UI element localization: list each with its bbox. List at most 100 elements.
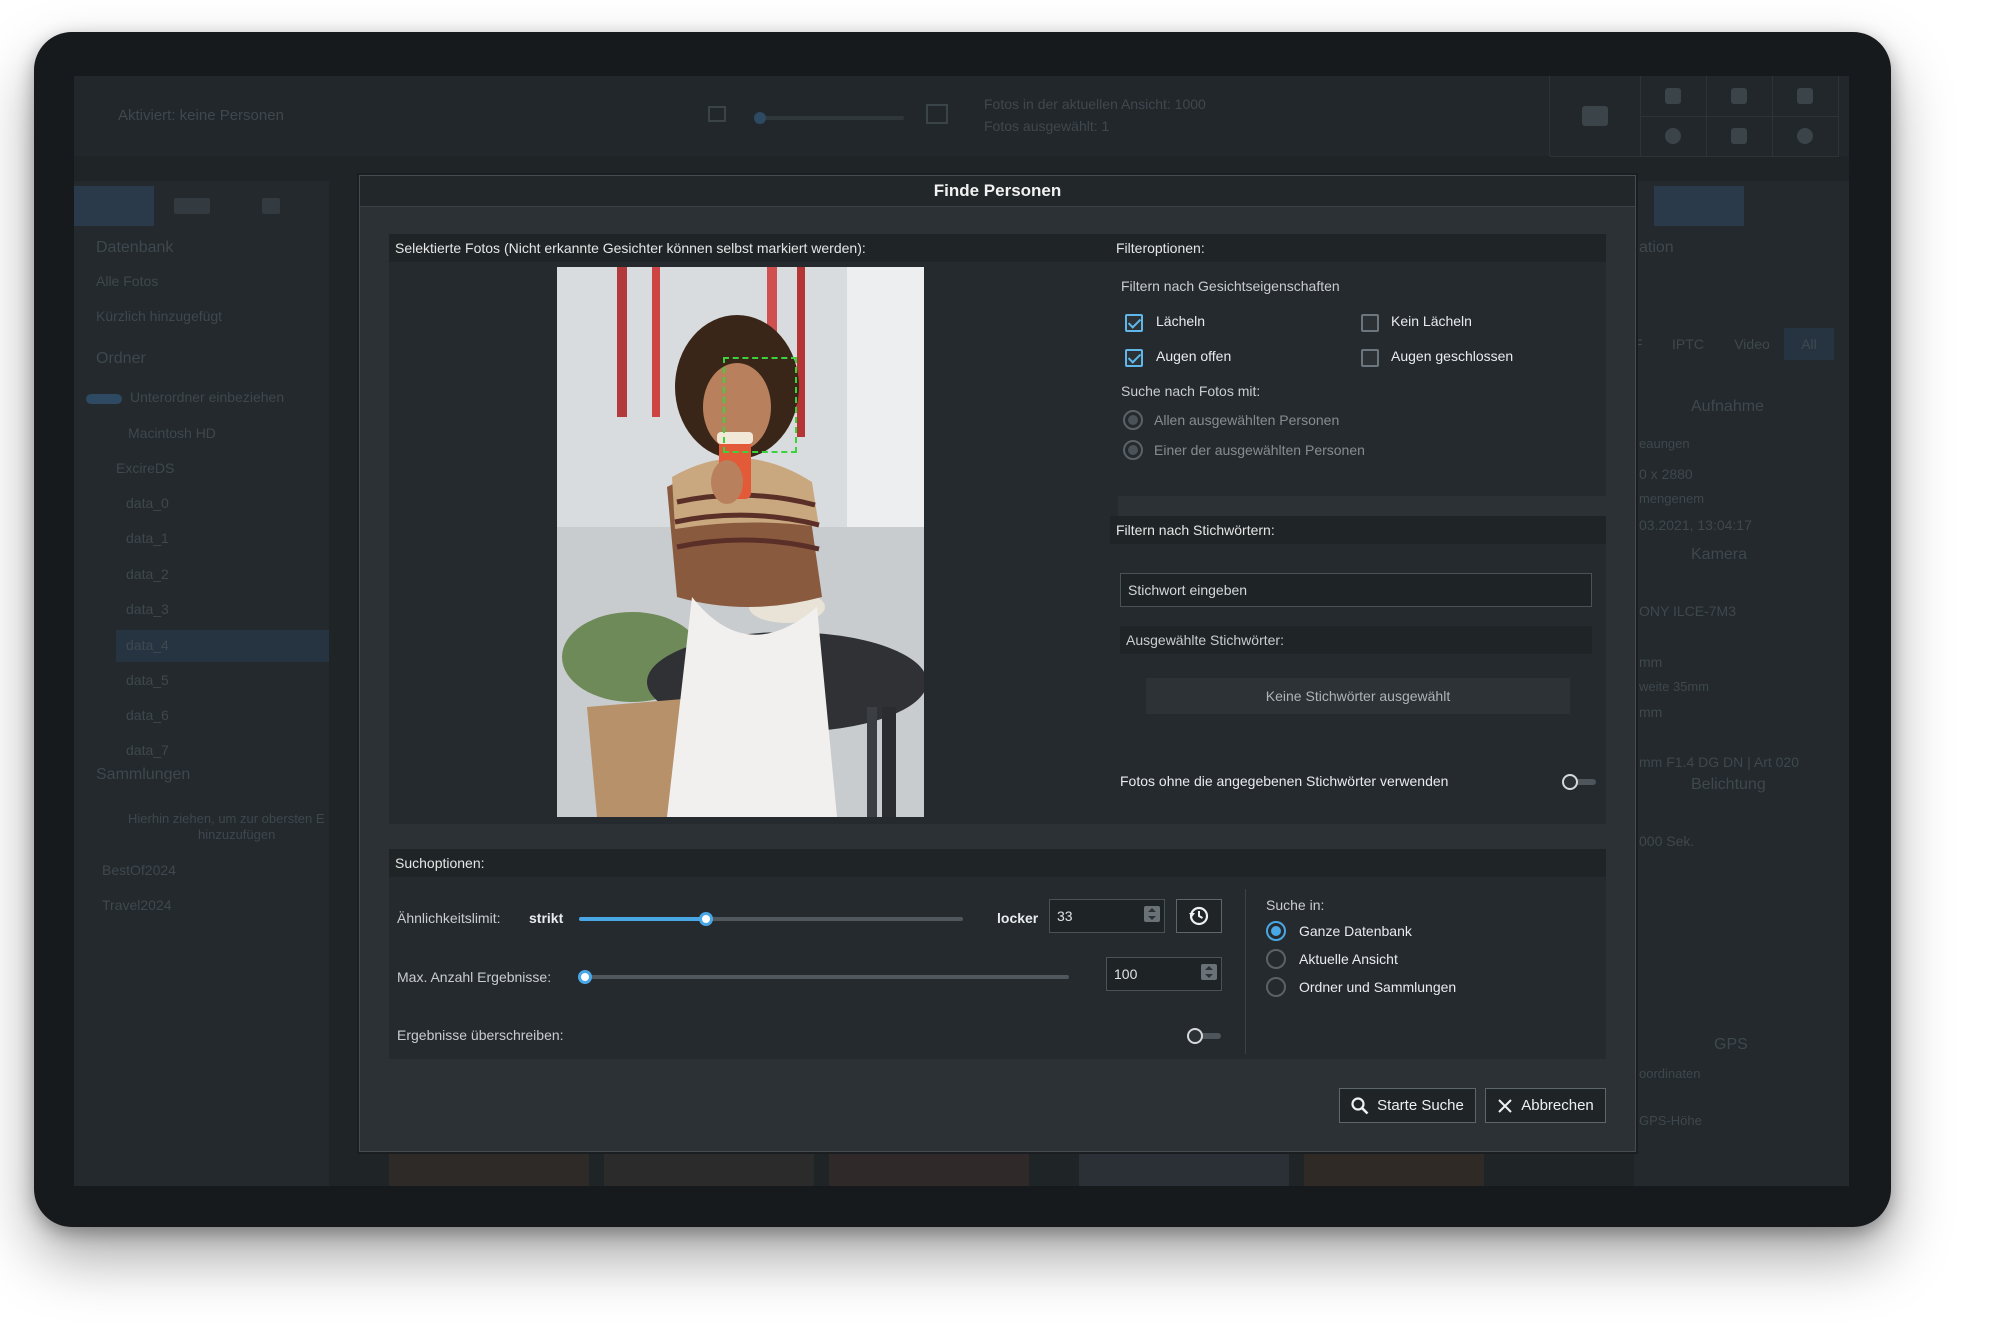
- reset-history-button[interactable]: [1176, 899, 1222, 933]
- folders-collections-radio[interactable]: [1266, 977, 1286, 997]
- one-person-radio[interactable]: [1123, 440, 1143, 460]
- folder-item: data_0: [126, 495, 169, 511]
- info-line: 03.2021, 13:04:17: [1639, 517, 1752, 533]
- sidebar-item-recent: Kürzlich hinzugefügt: [96, 308, 223, 324]
- sidebar-tab-search-icon: [262, 198, 280, 214]
- max-results-slider[interactable]: [578, 970, 1069, 984]
- max-results-spinner-icon[interactable]: [1201, 964, 1217, 980]
- info-line: mm: [1639, 654, 1663, 670]
- start-search-label: Starte Suche: [1377, 1097, 1464, 1114]
- root-folder: ExcireDS: [116, 460, 175, 476]
- people-icon: [1706, 116, 1773, 157]
- eyes-closed-checkbox[interactable]: [1361, 349, 1379, 367]
- max-results-input[interactable]: 100: [1106, 957, 1222, 991]
- keyword-filter-panel: Filtern nach Stichwörtern: Stichwort ein…: [1110, 516, 1606, 824]
- start-search-button[interactable]: Starte Suche: [1339, 1088, 1476, 1123]
- search-icon: [1351, 1096, 1369, 1114]
- sidebar-tab-calendar-icon: [174, 198, 210, 214]
- smile-label: Lächeln: [1156, 313, 1206, 329]
- drag-hint: Hierhin ziehen, um zur obersten E: [128, 811, 325, 826]
- info-panel-title: ation: [1639, 239, 1674, 256]
- info-section-capture: Aufnahme: [1691, 398, 1764, 415]
- current-view-radio[interactable]: [1266, 949, 1286, 969]
- search-in-label: Suche in:: [1266, 897, 1325, 913]
- search-with-label: Suche nach Fotos mit:: [1121, 383, 1261, 399]
- all-persons-label: Allen ausgewählten Personen: [1154, 412, 1340, 428]
- folder-item: data_6: [126, 707, 169, 723]
- no-keywords-box: Keine Stichwörter ausgewählt: [1146, 678, 1570, 714]
- overwrite-results-label: Ergebnisse überschreiben:: [397, 1027, 564, 1043]
- whole-database-label: Ganze Datenbank: [1299, 923, 1412, 939]
- search-options-panel: Suchoptionen: Ähnlichkeitslimit: strikt …: [389, 849, 1606, 1059]
- search-options-divider: [1245, 889, 1246, 1054]
- similarity-slider[interactable]: [579, 912, 963, 926]
- sidebar-section-database: Datenbank: [96, 239, 174, 256]
- folder-item: data_7: [126, 742, 169, 758]
- photos-selected-count: Fotos ausgewählt: 1: [984, 118, 1110, 134]
- folders-collections-label: Ordner und Sammlungen: [1299, 979, 1457, 995]
- history-icon: [1189, 906, 1209, 926]
- sidebar-item-all: Alle Fotos: [96, 273, 159, 289]
- find-persons-dialog: Finde Personen Selektierte Fotos (Nicht …: [359, 175, 1636, 1152]
- folder-item: data_3: [126, 601, 169, 617]
- filter-options-panel: Filteroptionen: Filtern nach Gesichtseig…: [1110, 234, 1606, 496]
- selected-keywords-label: Ausgewählte Stichwörter:: [1126, 632, 1284, 648]
- left-sidebar: [74, 181, 329, 1186]
- selected-photos-header: Selektierte Fotos (Nicht erkannte Gesich…: [389, 234, 1118, 262]
- grid-large-icon: [926, 104, 948, 124]
- no-smile-checkbox[interactable]: [1361, 314, 1379, 332]
- cancel-button[interactable]: Abbrechen: [1485, 1088, 1606, 1123]
- cancel-label: Abbrechen: [1521, 1097, 1594, 1114]
- photo-illustration: [557, 267, 924, 817]
- max-results-value: 100: [1114, 966, 1138, 982]
- folder-item: data_2: [126, 566, 169, 582]
- close-icon: [1498, 1098, 1512, 1113]
- collection-item: BestOf2024: [102, 862, 176, 878]
- folder-item: data_5: [126, 672, 169, 688]
- subfolder-toggle: [86, 394, 122, 404]
- keyword-edit-icon: [1550, 76, 1641, 157]
- info-tab-active: [1654, 186, 1744, 226]
- info-line: eaungen: [1639, 436, 1690, 451]
- grid-small-icon: [708, 106, 726, 122]
- without-keywords-toggle[interactable]: [1562, 774, 1596, 790]
- device-frame: Aktiviert: keine Personen Fotos in der a…: [34, 32, 1891, 1227]
- filter-options-header: Filteroptionen:: [1110, 234, 1606, 262]
- info-line: mengenem: [1639, 491, 1705, 506]
- drag-hint-2: hinzuzufügen: [198, 827, 276, 842]
- folder-item: data_1: [126, 530, 169, 546]
- thumb-size-slider: [754, 112, 904, 124]
- keyword-filter-header: Filtern nach Stichwörtern:: [1110, 516, 1606, 544]
- info-line: weite 35mm: [1639, 679, 1710, 694]
- overwrite-results-toggle[interactable]: [1187, 1028, 1221, 1044]
- max-results-label: Max. Anzahl Ergebnisse:: [397, 969, 552, 985]
- info-section-gps: GPS: [1714, 1036, 1748, 1053]
- face-icon: [1640, 116, 1707, 157]
- face-detection-box[interactable]: [723, 357, 797, 453]
- info-section-exposure: Belichtung: [1691, 776, 1766, 793]
- search-icon: [1772, 116, 1839, 157]
- selected-photos-panel: Selektierte Fotos (Nicht erkannte Gesich…: [389, 234, 1118, 824]
- eyes-open-label: Augen offen: [1156, 348, 1232, 364]
- whole-database-radio[interactable]: [1266, 921, 1286, 941]
- without-keywords-label: Fotos ohne die angegebenen Stichwörter v…: [1120, 773, 1449, 789]
- smile-checkbox[interactable]: [1125, 314, 1143, 332]
- no-smile-label: Kein Lächeln: [1391, 313, 1472, 329]
- similarity-value-input[interactable]: 33: [1049, 899, 1165, 933]
- eyes-open-checkbox[interactable]: [1125, 349, 1143, 367]
- all-persons-radio[interactable]: [1123, 410, 1143, 430]
- photos-in-view-count: Fotos in der aktuellen Ansicht: 1000: [984, 96, 1206, 112]
- similarity-limit-label: Ähnlichkeitslimit:: [397, 910, 501, 926]
- selected-photo[interactable]: [557, 267, 924, 817]
- similarity-spinner-icon[interactable]: [1144, 906, 1160, 922]
- info-line: oordinaten: [1639, 1066, 1701, 1081]
- one-person-label: Einer der ausgewählten Personen: [1154, 442, 1365, 458]
- folder-item: data_4: [126, 637, 169, 653]
- dialog-title: Finde Personen: [360, 176, 1635, 207]
- loose-label: locker: [997, 910, 1039, 926]
- strict-label: strikt: [529, 910, 564, 926]
- info-line: mm F1.4 DG DN | Art 020: [1639, 754, 1800, 770]
- sidebar-tab-folders: [74, 186, 154, 226]
- copy-icon: [1640, 76, 1707, 117]
- keyword-input[interactable]: Stichwort eingeben: [1120, 573, 1592, 607]
